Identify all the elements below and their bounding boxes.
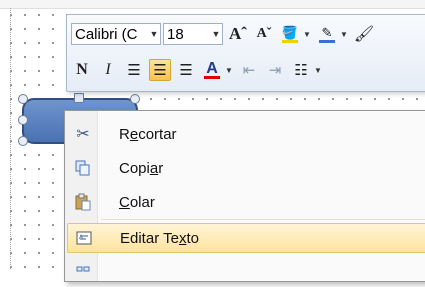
scissors-icon: ✂ [76,126,90,143]
menu-item-cut[interactable]: ✂ Recortar [67,119,425,149]
left-margin-guide [0,8,11,269]
align-right-icon: ☰ [179,62,193,79]
chevron-down-icon[interactable]: ▼ [148,29,160,39]
font-color-button[interactable]: A [201,59,223,81]
chevron-down-icon[interactable]: ▼ [302,30,312,39]
italic-icon: I [105,61,111,78]
shrink-font-icon: Aˇ [256,26,272,41]
format-painter-button[interactable]: 🖌 [353,23,375,45]
increase-indent-button[interactable]: ⇥ [264,59,286,81]
align-center-icon: ☰ [153,62,167,79]
top-edge [0,0,425,9]
bullets-button[interactable]: ☷ [290,59,312,81]
resize-handle-top-right[interactable] [130,94,140,104]
svg-text:A: A [79,235,83,241]
paintbrush-icon: 🖌 [353,26,375,43]
chevron-down-icon[interactable]: ▼ [210,29,222,39]
decrease-indent-button[interactable]: ⇤ [238,59,260,81]
resize-handle-top[interactable] [74,93,84,103]
italic-button[interactable]: I [97,59,119,81]
chevron-down-icon[interactable]: ▼ [224,66,234,75]
menu-item-edit-text[interactable]: A Editar Texto [67,223,425,253]
grow-font-button[interactable]: Aˆ [227,23,249,45]
font-name-combo[interactable]: Calibri (C ▼ [71,23,161,45]
font-color-bar [204,76,220,79]
line-color-button[interactable]: ✎ [316,23,338,45]
shrink-font-button[interactable]: Aˇ [253,23,275,45]
mini-toolbar-row-1: Calibri (C ▼ 18 ▼ Aˆ Aˇ 🪣 ▼ ✎ ▼ 🖌 [71,21,375,47]
paste-icon [67,187,99,217]
align-right-button[interactable]: ☰ [175,59,197,81]
copy-icon [67,153,99,183]
paint-bucket-icon: 🪣 [281,24,299,40]
edit-text-icon: A [68,223,100,253]
grow-font-icon: Aˆ [229,24,247,43]
menu-item-copy[interactable]: Copiar [67,153,425,183]
fill-color-bar [282,39,298,43]
bullet-list-icon: ☷ [294,62,308,79]
menu-item-label: Recortar [119,125,177,143]
resize-handle-top-left[interactable] [18,94,28,104]
font-color-icon: A [206,60,218,77]
context-menu: ✂ Recortar Copiar Colar A Editar Texto [64,110,425,282]
resize-handle-bottom-left[interactable] [18,136,28,146]
mini-toolbar: Calibri (C ▼ 18 ▼ Aˆ Aˇ 🪣 ▼ ✎ ▼ 🖌 N I ☰ … [66,14,425,92]
font-size-value: 18 [167,25,184,43]
bold-button[interactable]: N [71,59,93,81]
chevron-down-icon[interactable]: ▼ [339,30,349,39]
menu-separator [101,219,425,220]
menu-item-next[interactable] [67,257,425,287]
mini-toolbar-row-2: N I ☰ ☰ ☰ A ▼ ⇤ ⇥ ☷ ▼ [71,57,323,83]
bold-icon: N [76,61,88,78]
menu-item-label: Copiar [119,159,164,177]
line-color-bar [319,39,335,43]
menu-item-label: Editar Texto [120,229,199,247]
font-size-combo[interactable]: 18 ▼ [163,23,223,45]
menu-item-paste[interactable]: Colar [67,187,425,217]
decrease-indent-icon: ⇤ [242,62,256,79]
font-name-value: Calibri (C [75,25,138,43]
align-left-icon: ☰ [127,62,141,79]
chevron-down-icon[interactable]: ▼ [313,66,323,75]
menu-item-label: Colar [119,193,155,211]
fill-color-button[interactable]: 🪣 [279,23,301,45]
group-icon [67,257,99,287]
increase-indent-icon: ⇥ [268,62,282,79]
pen-icon: ✎ [321,24,333,40]
align-center-button[interactable]: ☰ [149,59,171,81]
align-left-button[interactable]: ☰ [123,59,145,81]
resize-handle-left[interactable] [18,115,28,125]
